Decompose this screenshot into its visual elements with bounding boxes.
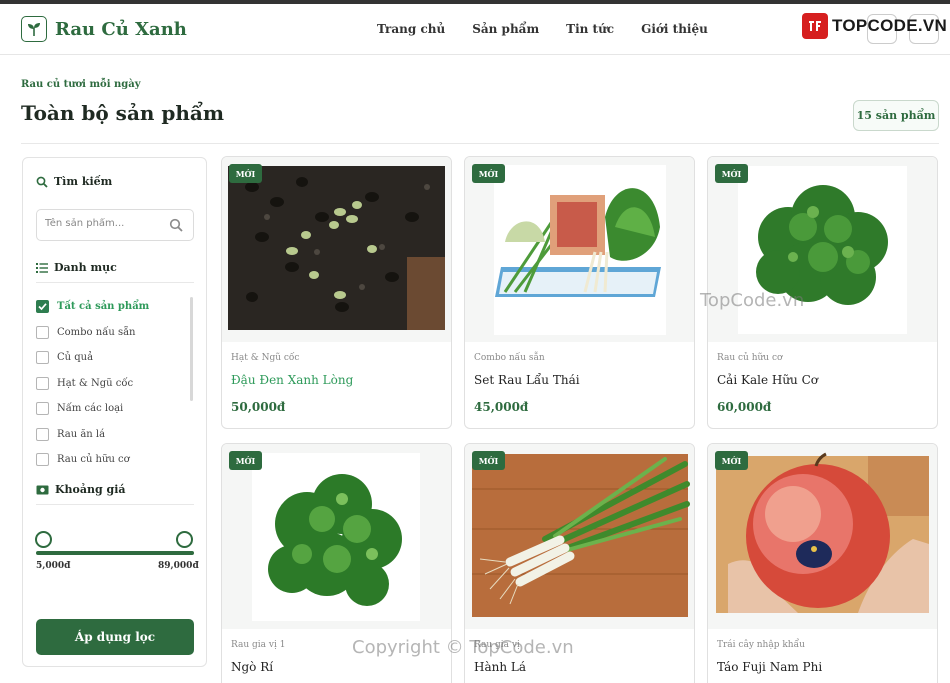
product-image[interactable] — [708, 157, 937, 342]
category-item-hat[interactable]: Hạt & Ngũ cốc — [36, 371, 194, 397]
category-label: Củ quả — [57, 352, 94, 364]
checkbox[interactable] — [36, 427, 49, 441]
category-label: Nấm các loại — [57, 403, 124, 415]
new-badge: MỚI — [229, 451, 262, 470]
new-badge: MỚI — [472, 451, 505, 470]
category-section-title: Danh mục — [36, 261, 117, 274]
checkbox[interactable] — [36, 402, 49, 416]
product-price: 60,000đ — [717, 400, 772, 414]
product-name[interactable]: Cải Kale Hữu Cơ — [717, 373, 818, 387]
apply-filter-button[interactable]: Áp dụng lọc — [36, 619, 194, 655]
price-min-label: 5,000đ — [36, 561, 71, 571]
watermark-center: TopCode.vn — [700, 290, 805, 311]
nav-news[interactable]: Tin tức — [566, 22, 614, 36]
filter-sidebar: Tìm kiếm Danh mục Tất cả sản phẩm Combo … — [22, 157, 207, 667]
product-image[interactable] — [465, 157, 694, 342]
site-logo[interactable]: Rau Củ Xanh — [21, 16, 187, 42]
topcode-logo: TOPCODE.VN — [802, 13, 947, 39]
price-max-handle[interactable] — [176, 531, 193, 548]
checkbox[interactable] — [36, 351, 49, 365]
product-name[interactable]: Set Rau Lẩu Thái — [474, 373, 580, 387]
category-label: Rau ăn lá — [57, 428, 106, 440]
product-category: Combo nấu sẵn — [474, 353, 545, 363]
category-list: Tất cả sản phẩm Combo nấu sẵn Củ quả Hạt… — [36, 294, 194, 473]
watermark-footer: Copyright © TopCode.vn — [352, 637, 574, 658]
new-badge: MỚI — [715, 451, 748, 470]
checkbox-checked[interactable] — [36, 300, 49, 314]
breadcrumb: Rau củ tươi mỗi ngày — [21, 79, 141, 90]
price-max-label: 89,000đ — [158, 561, 199, 571]
product-price: 50,000đ — [231, 400, 286, 414]
brand-mark-icon — [802, 13, 828, 39]
new-badge: MỚI — [472, 164, 505, 183]
product-image[interactable] — [465, 444, 694, 629]
category-item-combo[interactable]: Combo nấu sẵn — [36, 320, 194, 346]
price-min-handle[interactable] — [35, 531, 52, 548]
search-input[interactable] — [45, 218, 165, 229]
category-label: Tất cả sản phẩm — [57, 301, 150, 313]
checkbox[interactable] — [36, 453, 49, 467]
category-scrollbar[interactable] — [190, 297, 193, 401]
search-field[interactable] — [36, 209, 194, 241]
category-label: Hạt & Ngũ cốc — [57, 377, 134, 389]
list-icon — [36, 262, 48, 273]
product-card[interactable]: MỚI Trái cây nhập khẩu Táo Fuji Nam Phi — [707, 443, 938, 683]
nav-home[interactable]: Trang chủ — [377, 22, 445, 36]
product-image[interactable] — [222, 157, 451, 342]
price-title-label: Khoảng giá — [55, 483, 126, 496]
category-label: Combo nấu sẵn — [57, 326, 136, 338]
brand-text: TOPCODE.VN — [832, 16, 948, 35]
new-badge: MỚI — [229, 164, 262, 183]
category-item-all[interactable]: Tất cả sản phẩm — [36, 294, 194, 320]
category-title-label: Danh mục — [54, 261, 117, 274]
product-category: Rau củ hữu cơ — [717, 353, 783, 363]
price-range-track[interactable] — [36, 551, 194, 555]
price-section-title: Khoảng giá — [36, 483, 126, 496]
search-icon — [36, 176, 48, 188]
logo-text: Rau Củ Xanh — [55, 18, 187, 40]
nav-about[interactable]: Giới thiệu — [641, 22, 708, 36]
category-item-huu-co[interactable]: Rau củ hữu cơ — [36, 447, 194, 473]
category-item-cu-qua[interactable]: Củ quả — [36, 345, 194, 371]
product-category: Rau gia vị 1 — [231, 640, 286, 650]
category-item-nam[interactable]: Nấm các loại — [36, 396, 194, 422]
product-name[interactable]: Ngò Rí — [231, 660, 273, 674]
product-category: Trái cây nhập khẩu — [717, 640, 805, 650]
checkbox[interactable] — [36, 376, 49, 390]
product-image[interactable] — [222, 444, 451, 629]
product-price: 45,000đ — [474, 400, 529, 414]
site-header: Rau Củ Xanh Trang chủ Sản phẩm Tin tức G… — [0, 4, 950, 55]
product-card[interactable]: MỚI Combo nấu sẵn Set Rau Lẩu Thái 45,00… — [464, 156, 695, 429]
category-label: Rau củ hữu cơ — [57, 454, 130, 466]
product-card[interactable]: MỚI Hạt & Ngũ cốc Đậu Đen Xanh Lòng 50,0… — [221, 156, 452, 429]
divider — [36, 282, 194, 283]
page-title: Toàn bộ sản phẩm — [21, 101, 225, 125]
product-name[interactable]: Đậu Đen Xanh Lòng — [231, 373, 353, 387]
product-name[interactable]: Hành Lá — [474, 660, 526, 674]
search-section-title: Tìm kiếm — [36, 175, 112, 188]
divider — [21, 143, 939, 144]
checkbox[interactable] — [36, 325, 49, 339]
product-image[interactable] — [708, 444, 937, 629]
main-nav: Trang chủ Sản phẩm Tin tức Giới thiệu — [377, 22, 708, 36]
search-title-label: Tìm kiếm — [54, 175, 113, 188]
sprout-icon — [21, 16, 47, 42]
divider — [36, 504, 194, 505]
product-name[interactable]: Táo Fuji Nam Phi — [717, 660, 822, 674]
nav-products[interactable]: Sản phẩm — [472, 22, 539, 36]
search-icon[interactable] — [169, 218, 183, 232]
money-icon — [36, 485, 49, 494]
new-badge: MỚI — [715, 164, 748, 183]
product-category: Hạt & Ngũ cốc — [231, 353, 300, 363]
product-count-badge: 15 sản phẩm — [853, 100, 939, 131]
category-item-rau-an-la[interactable]: Rau ăn lá — [36, 422, 194, 448]
